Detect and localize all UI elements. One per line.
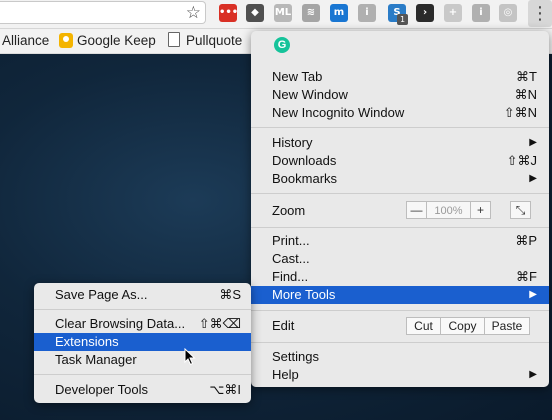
menu-separator — [251, 193, 549, 194]
grammarly-icon[interactable]: G — [274, 37, 290, 53]
submenu-item-task-manager[interactable]: Task Manager — [34, 351, 251, 369]
copy-button[interactable]: Copy — [440, 317, 485, 335]
grey-extension-icon[interactable]: ≋ — [302, 4, 320, 22]
menu-separator — [34, 309, 251, 310]
menu-label: Bookmarks — [272, 171, 338, 186]
menu-label: Find... — [272, 269, 309, 284]
menu-item-new-incognito[interactable]: New Incognito Window ⇧⌘N — [251, 104, 549, 122]
bookmark-label: Alliance — [2, 33, 50, 48]
menu-label: New Incognito Window — [272, 105, 405, 120]
menu-label: Cast... — [272, 251, 310, 266]
zoom-out-button[interactable]: — — [406, 201, 427, 219]
menu-shortcut: ⌘S — [219, 287, 241, 302]
bookmark-google-keep[interactable]: Google Keep — [59, 29, 156, 53]
red-dots-extension-icon[interactable]: ••• — [219, 4, 237, 22]
submenu-arrow-icon: ▶ — [529, 289, 537, 300]
menu-item-print[interactable]: Print... ⌘P — [251, 232, 549, 250]
menu-label: Zoom — [272, 203, 306, 218]
zoom-level: 100% — [426, 201, 471, 219]
submenu-item-dev-tools[interactable]: Developer Tools ⌥⌘I — [34, 381, 251, 399]
fullscreen-button[interactable]: ⤡ — [510, 201, 531, 219]
menu-item-more-tools[interactable]: More Tools ▶ — [251, 286, 549, 304]
info-extension-icon-2[interactable]: i — [472, 4, 490, 22]
dark-arrow-extension-icon[interactable]: › — [416, 4, 434, 22]
menu-shortcut: ⇧⌘⌫ — [198, 316, 241, 331]
menu-item-new-window[interactable]: New Window ⌘N — [251, 86, 549, 104]
menu-shortcut: ⌘F — [516, 269, 537, 284]
cut-button[interactable]: Cut — [406, 317, 441, 335]
menu-separator — [251, 310, 549, 311]
menu-shortcut: ⌘N — [514, 87, 537, 102]
menu-shortcut: ⇧⌘N — [503, 105, 537, 120]
bookmark-pullquote[interactable]: Pullquote — [168, 29, 242, 53]
menu-shortcut: ⌘P — [515, 233, 537, 248]
menu-label: Settings — [272, 349, 319, 364]
menu-item-new-tab[interactable]: New Tab ⌘T — [251, 68, 549, 86]
menu-label: Edit — [272, 318, 295, 333]
menu-label: Print... — [272, 233, 310, 248]
menu-shortcut: ⌘T — [516, 69, 537, 84]
menu-label: Clear Browsing Data... — [55, 316, 186, 331]
menu-separator — [251, 342, 549, 343]
menu-separator — [251, 127, 549, 128]
menu-label: Task Manager — [55, 352, 137, 367]
menu-shortcut: ⌥⌘I — [209, 382, 241, 397]
paste-button[interactable]: Paste — [484, 317, 530, 335]
mouse-cursor-icon — [184, 348, 196, 366]
bookmark-label: Google Keep — [77, 33, 156, 48]
menu-label: New Tab — [272, 69, 323, 84]
menu-item-cast[interactable]: Cast... — [251, 250, 549, 268]
menu-label: Extensions — [55, 334, 119, 349]
bookmark-label: Pullquote — [186, 33, 243, 48]
submenu-arrow-icon: ▶ — [529, 173, 537, 184]
blue-m-extension-icon[interactable]: m — [330, 4, 348, 22]
chrome-menu-icon[interactable]: ⋮ — [528, 0, 552, 27]
menu-label: Save Page As... — [55, 287, 148, 302]
submenu-item-clear-data[interactable]: Clear Browsing Data... ⇧⌘⌫ — [34, 315, 251, 333]
menu-item-downloads[interactable]: Downloads ⇧⌘J — [251, 152, 549, 170]
extension-badge: 1 — [397, 14, 408, 25]
chrome-main-menu: G New Tab ⌘T New Window ⌘N New Incognito… — [251, 31, 549, 387]
more-tools-submenu: Save Page As... ⌘S Clear Browsing Data..… — [34, 283, 251, 403]
menu-shortcut: ⇧⌘J — [506, 153, 537, 168]
submenu-item-save-page[interactable]: Save Page As... ⌘S — [34, 286, 251, 304]
info-extension-icon[interactable]: i — [358, 4, 376, 22]
browser-toolbar: ☆ ••• ◆ ML ≋ m i S 1 › + i ◎ ⋮ — [0, 0, 552, 29]
menu-item-history[interactable]: History ▶ — [251, 134, 549, 152]
menu-item-zoom: Zoom — [251, 202, 549, 220]
menu-item-find[interactable]: Find... ⌘F — [251, 268, 549, 286]
pocket-icon[interactable]: ◆ — [246, 4, 264, 22]
faded-extension-icon[interactable]: ◎ — [499, 4, 517, 22]
menu-item-bookmarks[interactable]: Bookmarks ▶ — [251, 170, 549, 188]
ml-extension-icon[interactable]: ML — [274, 4, 292, 22]
submenu-item-extensions[interactable]: Extensions — [34, 333, 251, 351]
address-bar[interactable]: ☆ — [0, 1, 206, 24]
document-icon — [168, 32, 180, 47]
menu-separator — [251, 227, 549, 228]
menu-label: Help — [272, 367, 299, 382]
zoom-in-button[interactable]: + — [470, 201, 491, 219]
menu-label: History — [272, 135, 313, 150]
bookmark-star-icon[interactable]: ☆ — [186, 3, 201, 23]
submenu-arrow-icon: ▶ — [529, 137, 537, 148]
menu-item-settings[interactable]: Settings — [251, 348, 549, 366]
menu-label: New Window — [272, 87, 348, 102]
plus-extension-icon[interactable]: + — [444, 4, 462, 22]
bookmark-alliance[interactable]: Alliance — [2, 29, 49, 53]
menu-item-help[interactable]: Help ▶ — [251, 366, 549, 384]
zoom-value: 100% — [434, 205, 463, 217]
menu-label: Downloads — [272, 153, 337, 168]
menu-separator — [34, 374, 251, 375]
menu-label: Developer Tools — [55, 382, 148, 397]
menu-label: More Tools — [272, 287, 336, 302]
google-keep-icon — [59, 33, 73, 48]
submenu-arrow-icon: ▶ — [529, 369, 537, 380]
